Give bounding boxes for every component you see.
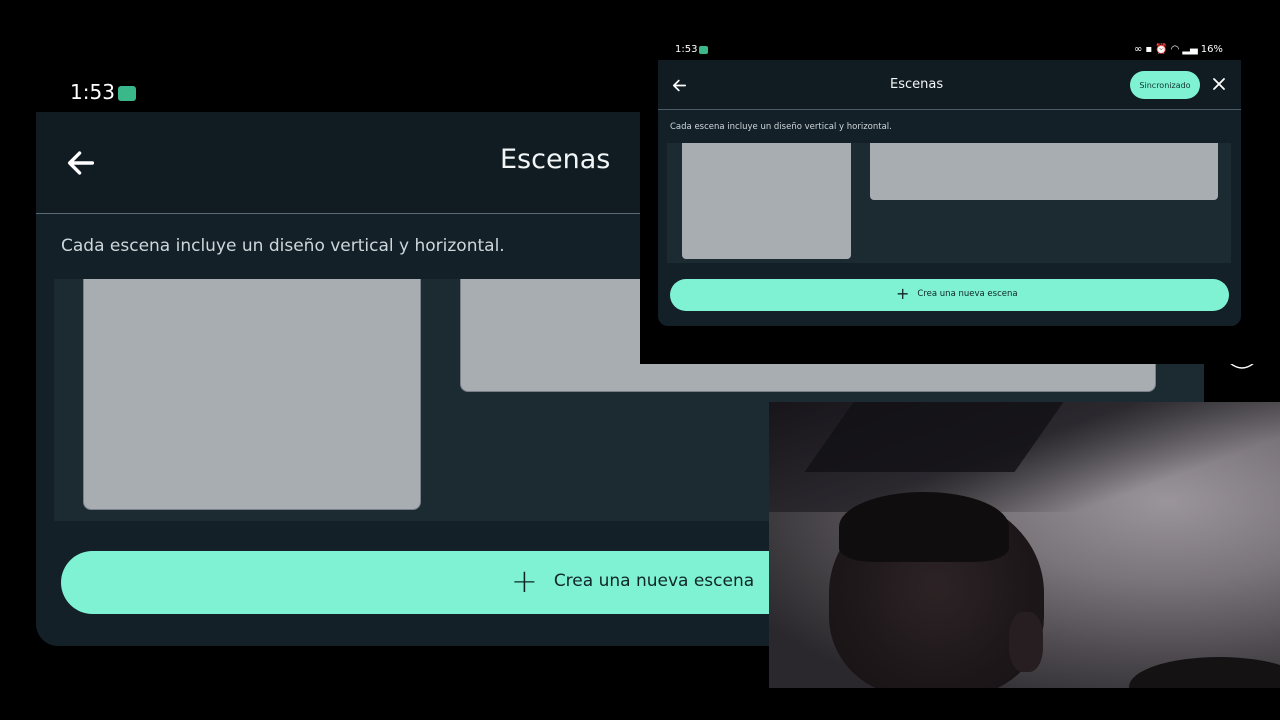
arrow-left-icon[interactable]	[671, 77, 688, 94]
close-icon[interactable]	[1212, 77, 1226, 91]
webcam-hair	[839, 492, 1009, 562]
app-header-small: Escenas Sincronizado	[658, 60, 1241, 110]
scenes-screen-small: Escenas Sincronizado Cada escena incluye…	[658, 60, 1241, 326]
status-icons: ∞ ▪ ⏰ ◠ ▂▄ 16%	[1134, 44, 1223, 55]
link-icon: ∞	[1134, 44, 1143, 55]
page-title: Escenas	[500, 144, 611, 175]
battery-text: 16%	[1200, 44, 1223, 55]
wifi-icon: ◠	[1170, 44, 1180, 55]
scene-horizontal-thumbnail[interactable]	[870, 143, 1218, 200]
status-time: 1:53	[70, 80, 115, 104]
webcam-shoulder	[1129, 657, 1280, 688]
scene-vertical-thumbnail[interactable]	[83, 279, 421, 510]
app-indicator-icon	[699, 46, 708, 54]
scene-vertical-thumbnail[interactable]	[682, 143, 851, 259]
create-scene-button-small[interactable]: + Crea una nueva escena	[670, 279, 1229, 311]
webcam-ear	[1009, 612, 1043, 672]
plus-icon: +	[896, 284, 910, 303]
sync-status-badge[interactable]: Sincronizado	[1130, 71, 1200, 99]
arrow-left-icon[interactable]	[64, 146, 98, 180]
create-scene-label: Crea una nueva escena	[553, 571, 755, 591]
alarm-icon: ⏰	[1155, 44, 1168, 55]
plus-icon: +	[511, 562, 538, 600]
app-indicator-icon	[118, 86, 136, 101]
signal-icon: ▂▄	[1182, 44, 1198, 55]
page-title-small: Escenas	[890, 77, 944, 92]
status-time-small: 1:53	[675, 44, 698, 55]
scene-list-small	[667, 143, 1231, 263]
scenes-description-small: Cada escena incluye un diseño vertical y…	[670, 122, 892, 132]
scenes-description: Cada escena incluye un diseño vertical y…	[61, 236, 505, 256]
webcam-overlay	[769, 402, 1280, 688]
create-scene-label: Crea una nueva escena	[917, 289, 1018, 299]
nfc-icon: ▪	[1145, 44, 1153, 55]
